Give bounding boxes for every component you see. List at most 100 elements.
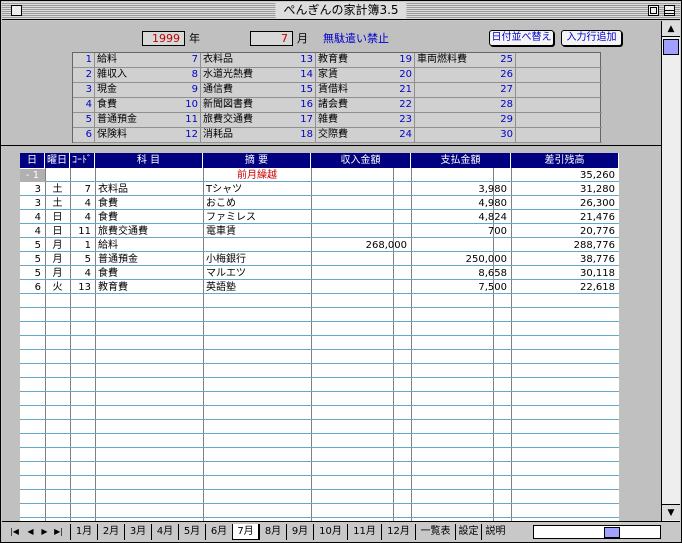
row-code[interactable]: 13 [70,281,95,294]
row-income[interactable] [311,253,411,266]
scroll-up-icon[interactable]: ▲ [662,21,680,37]
row-day[interactable]: 5 [20,253,45,266]
row-account[interactable]: 食費 [95,197,203,210]
column-header-income[interactable]: 収入金額 [311,153,411,168]
sort-by-date-button[interactable]: 日付並べ替え [489,30,554,46]
code-account-name[interactable]: 食費 [95,98,179,113]
year-field[interactable]: 1999 [142,31,185,46]
row-expense[interactable]: 250,000 [411,253,511,266]
tab-5月[interactable]: 5月 [178,524,205,540]
code-account-name[interactable]: 旅費交通費 [201,113,294,128]
row-expense[interactable]: 7,500 [411,281,511,294]
row-expense[interactable]: 8,658 [411,267,511,280]
row-weekday[interactable]: 月 [45,267,70,280]
row-day[interactable]: 4 [20,225,45,238]
tab-3月[interactable]: 3月 [124,524,151,540]
tab-6月[interactable]: 6月 [205,524,232,540]
row-expense[interactable]: 3,980 [411,183,511,196]
code-account-name[interactable]: 現金 [95,83,179,98]
code-account-name[interactable]: 交際費 [316,128,393,143]
row-memo[interactable]: おこめ [203,197,311,210]
row-memo[interactable]: Tシャツ [203,183,311,196]
code-account-name[interactable] [415,68,494,83]
vertical-scroll-thumb[interactable] [663,39,679,55]
code-account-name[interactable]: 給料 [95,53,179,68]
row-weekday[interactable]: 火 [45,281,70,294]
scroll-down-icon[interactable]: ▼ [662,504,680,520]
column-header-code[interactable]: ｺｰﾄﾞ [70,153,95,168]
row-code[interactable]: 5 [70,253,95,266]
row-memo[interactable]: 小梅銀行 [203,253,311,266]
code-account-name[interactable]: 水道光熱費 [201,68,294,83]
code-account-name[interactable] [415,98,494,113]
close-box-icon[interactable] [11,5,22,16]
code-account-name[interactable]: 車両燃料費 [415,53,494,68]
row-account[interactable]: 教育費 [95,281,203,294]
row-memo[interactable]: ファミレス [203,211,311,224]
code-account-name[interactable] [516,128,602,143]
code-account-name[interactable]: 家賃 [316,68,393,83]
row-account[interactable]: 普通預金 [95,253,203,266]
tab-11月[interactable]: 11月 [347,524,381,540]
column-header-balance[interactable]: 差引残高 [511,153,619,168]
row-account[interactable]: 食費 [95,267,203,280]
next-sheet-icon[interactable]: ▶ [38,525,51,539]
row-expense[interactable]: 4,980 [411,197,511,210]
row-weekday[interactable]: 日 [45,225,70,238]
row-memo[interactable]: 英語塾 [203,281,311,294]
row-weekday[interactable]: 土 [45,197,70,210]
code-account-name[interactable] [415,128,494,143]
row-income[interactable] [311,267,411,280]
row-income[interactable] [311,211,411,224]
code-account-name[interactable] [516,83,602,98]
row-account[interactable]: 旅費交通費 [95,225,203,238]
row-income[interactable] [311,225,411,238]
code-account-name[interactable]: 新聞図書費 [201,98,294,113]
column-header-memo[interactable]: 摘 要 [203,153,311,168]
title-bar[interactable]: ぺんぎんの家計簿3.5 [2,2,680,20]
row-account[interactable]: 給料 [95,239,203,252]
row-expense[interactable] [411,239,511,252]
last-sheet-icon[interactable]: ▶| [52,525,65,539]
row-day[interactable]: 3 [20,197,45,210]
row-day[interactable]: 6 [20,281,45,294]
row-memo[interactable]: 電車賃 [203,225,311,238]
code-account-name[interactable] [415,83,494,98]
tab-4月[interactable]: 4月 [151,524,178,540]
row-income[interactable] [311,281,411,294]
row-code[interactable]: 11 [70,225,95,238]
tab-7月[interactable]: 7月 [232,524,259,540]
row-memo[interactable]: マルエツ [203,267,311,280]
column-header-account[interactable]: 科 目 [95,153,203,168]
row-weekday[interactable]: 月 [45,239,70,252]
row-account[interactable]: 衣料品 [95,183,203,196]
row-day[interactable]: 4 [20,211,45,224]
tab-8月[interactable]: 8月 [259,524,286,540]
row-code[interactable]: 4 [70,197,95,210]
row-code[interactable]: 4 [70,211,95,224]
tab-2月[interactable]: 2月 [97,524,124,540]
code-account-name[interactable]: 雑収入 [95,68,179,83]
code-account-name[interactable]: 通信費 [201,83,294,98]
row-code[interactable]: 4 [70,267,95,280]
code-account-name[interactable] [415,113,494,128]
zoom-box-icon[interactable] [648,5,659,16]
horizontal-scrollbar[interactable] [533,525,661,539]
row-account[interactable]: 食費 [95,211,203,224]
column-header-day[interactable]: 日 [20,153,45,168]
add-row-button[interactable]: 入力行追加 [561,30,622,46]
code-account-name[interactable]: 衣料品 [201,53,294,68]
row-income[interactable] [311,197,411,210]
row-code[interactable]: 1 [70,239,95,252]
code-account-name[interactable] [516,113,602,128]
row-weekday[interactable]: 日 [45,211,70,224]
code-account-name[interactable] [516,68,602,83]
row-expense[interactable]: 4,824 [411,211,511,224]
row-expense[interactable]: 700 [411,225,511,238]
tab-一覧表[interactable]: 一覧表 [415,524,455,540]
vertical-scrollbar[interactable]: ▲ ▼ [661,21,680,521]
code-account-name[interactable]: 雑費 [316,113,393,128]
row-code[interactable]: 7 [70,183,95,196]
code-account-name[interactable]: 消耗品 [201,128,294,143]
column-header-expense[interactable]: 支払金額 [411,153,511,168]
